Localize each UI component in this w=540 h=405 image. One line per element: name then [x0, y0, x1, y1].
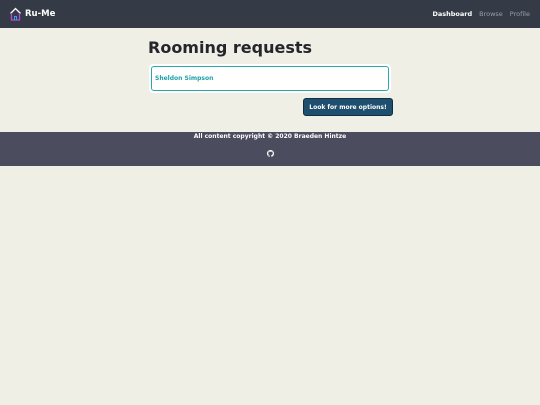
nav-link-browse[interactable]: Browse [479, 10, 503, 18]
brand[interactable]: Ru-Me [9, 7, 55, 21]
nav-links: Dashboard Browse Profile [432, 10, 530, 18]
navbar: Ru-Me Dashboard Browse Profile [0, 0, 540, 28]
nav-link-dashboard[interactable]: Dashboard [432, 10, 472, 18]
copyright-text: All content copyright © 2020 Braeden Hin… [193, 133, 347, 140]
footer: All content copyright © 2020 Braeden Hin… [0, 132, 540, 166]
request-card-inner: Sheldon Simpson [151, 66, 389, 91]
brand-name: Ru-Me [25, 9, 56, 19]
request-card[interactable]: Sheldon Simpson [149, 64, 391, 93]
request-name[interactable]: Sheldon Simpson [155, 75, 213, 82]
github-icon[interactable] [266, 150, 274, 157]
nav-link-profile[interactable]: Profile [510, 10, 530, 18]
house-logo-icon [10, 7, 21, 21]
page-title: Rooming requests [148, 38, 313, 57]
look-for-more-options-button[interactable]: Look for more options! [303, 98, 393, 116]
